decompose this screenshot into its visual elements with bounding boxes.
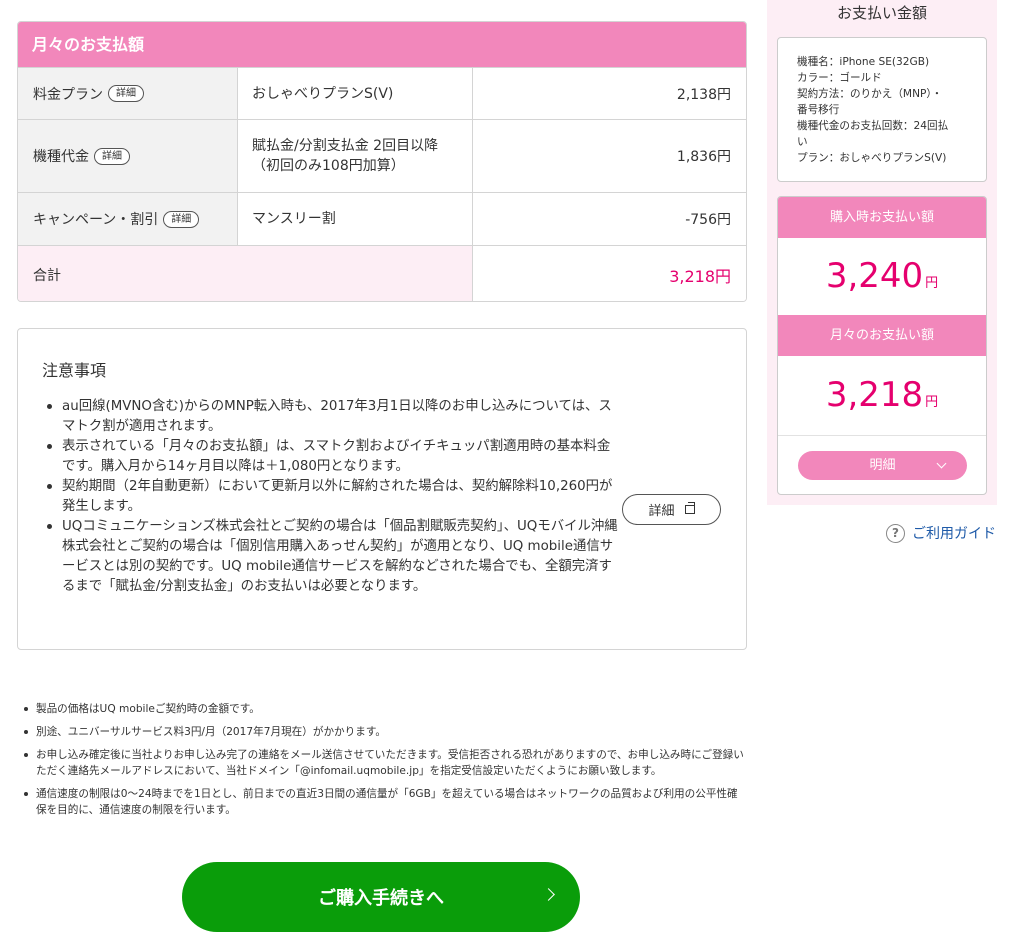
chevron-right-icon [542, 888, 555, 901]
total-label: 合計 [18, 246, 473, 301]
table-row-campaign: キャンペーン・割引 詳細 マンスリー割 -756円 [18, 192, 746, 245]
monthly-payment-table: 月々のお支払額 料金プラン 詳細 おしゃべりプランS(V) 2,138円 機種代… [17, 21, 747, 302]
table-row-device: 機種代金 詳細 賦払金/分割支払金 2回目以降 （初回のみ108円加算） 1,8… [18, 119, 746, 192]
device-info-line: 番号移行 [797, 104, 840, 116]
table-row-total: 合計 3,218円 [18, 245, 746, 301]
device-info-line: い [797, 136, 808, 148]
device-info-line: カラー：ゴールド [797, 72, 882, 84]
total-amount: 3,218円 [473, 246, 746, 301]
payment-amount-box: 購入時お支払い額 3,240 円 月々のお支払い額 3,218 円 明細 [777, 196, 987, 495]
table-row-plan: 料金プラン 詳細 おしゃべりプランS(V) 2,138円 [18, 67, 746, 119]
monthly-payment-label: 月々のお支払い額 [778, 315, 986, 356]
row-label-cell: キャンペーン・割引 詳細 [18, 193, 238, 245]
campaign-detail-button[interactable]: 詳細 [163, 210, 200, 228]
row-content: 賦払金/分割支払金 2回目以降 （初回のみ108円加算） [238, 120, 473, 192]
row-content-line: 賦払金/分割支払金 2回目以降 [252, 138, 439, 154]
chevron-down-icon [936, 458, 947, 469]
monthly-amount-value: 3,218 [825, 375, 924, 415]
list-item: 別途、ユニバーサルサービス料3円/月（2017年7月現在）がかかります。 [24, 724, 748, 740]
notes-title: 注意事項 [42, 361, 107, 380]
notes-detail-button[interactable]: 詳細 [622, 494, 721, 525]
row-amount: 1,836円 [676, 149, 731, 165]
plan-detail-button[interactable]: 詳細 [108, 85, 144, 102]
row-amount: 2,138円 [676, 86, 731, 103]
row-amount: -756円 [685, 212, 731, 228]
row-label: キャンペーン・割引 [33, 212, 159, 228]
list-item: 通信速度の制限は0～24時までを1日とし、前日までの直近3日間の通信量が「6GB… [24, 786, 748, 818]
device-info-line: 契約方法：のりかえ（MNP）・ [797, 88, 943, 100]
notes-list: au回線(MVNO含む)からのMNP転入時も、2017年3月1日以降のお申し込み… [47, 397, 618, 597]
list-item: お申し込み確定後に当社よりお申し込み完了の連絡をメール送信させていただきます。受… [24, 747, 748, 779]
currency-unit: 円 [925, 395, 939, 410]
row-label: 機種代金 [33, 149, 89, 165]
list-item: 表示されている「月々のお支払額」は、スマトク割およびイチキュッパ割適用時の基本料… [47, 437, 618, 477]
summary-title: お支払い金額 [836, 4, 927, 22]
monthly-payment-amount: 3,218 円 [778, 375, 986, 415]
purchase-amount-value: 3,240 [825, 256, 924, 296]
device-info-line: プラン：おしゃべりプランS(V) [797, 152, 947, 164]
device-info-line: 機種名：iPhone SE(32GB) [797, 56, 930, 68]
row-label: 料金プラン [33, 86, 103, 103]
notes-detail-label: 詳細 [648, 504, 675, 519]
notes-box: 注意事項 au回線(MVNO含む)からのMNP転入時も、2017年3月1日以降の… [17, 328, 747, 650]
payment-summary-panel: お支払い金額 機種名：iPhone SE(32GB) カラー：ゴールド 契約方法… [767, 0, 997, 505]
list-item: au回線(MVNO含む)からのMNP転入時も、2017年3月1日以降のお申し込み… [47, 397, 618, 437]
divider [778, 435, 986, 436]
breakdown-toggle-button[interactable]: 明細 [798, 451, 967, 480]
user-guide-link[interactable]: ? ご利用ガイド [886, 523, 996, 543]
purchase-payment-amount: 3,240 円 [778, 256, 986, 296]
row-label-cell: 料金プラン 詳細 [18, 68, 238, 119]
row-content: おしゃべりプランS(V) [238, 68, 473, 119]
device-detail-button[interactable]: 詳細 [94, 147, 130, 165]
row-label-cell: 機種代金 詳細 [18, 120, 238, 192]
list-item: UQコミュニケーションズ株式会社とご契約の場合は「個品割賦販売契約」、UQモバイ… [47, 517, 618, 597]
currency-unit: 円 [925, 276, 939, 291]
help-icon: ? [886, 523, 905, 543]
user-guide-label: ご利用ガイド [912, 526, 996, 542]
monthly-payment-header: 月々のお支払額 [18, 22, 746, 67]
proceed-label: ご購入手続きへ [318, 888, 444, 909]
list-item: 契約期間（2年自動更新）において更新月以外に解約された場合は、契約解除料10,2… [47, 477, 618, 517]
device-info-line: 機種代金のお支払回数：24回払 [797, 120, 949, 132]
row-content-line: （初回のみ108円加算） [252, 158, 405, 174]
footnotes: 製品の価格はUQ mobileご契約時の金額です。 別途、ユニバーサルサービス料… [24, 701, 748, 825]
breakdown-label: 明細 [869, 458, 896, 473]
external-link-icon [684, 502, 695, 514]
device-info-box: 機種名：iPhone SE(32GB) カラー：ゴールド 契約方法：のりかえ（M… [777, 37, 987, 182]
list-item: 製品の価格はUQ mobileご契約時の金額です。 [24, 701, 748, 717]
purchase-payment-label: 購入時お支払い額 [778, 197, 986, 238]
row-content: マンスリー割 [238, 193, 473, 245]
proceed-to-purchase-button[interactable]: ご購入手続きへ [182, 862, 580, 932]
